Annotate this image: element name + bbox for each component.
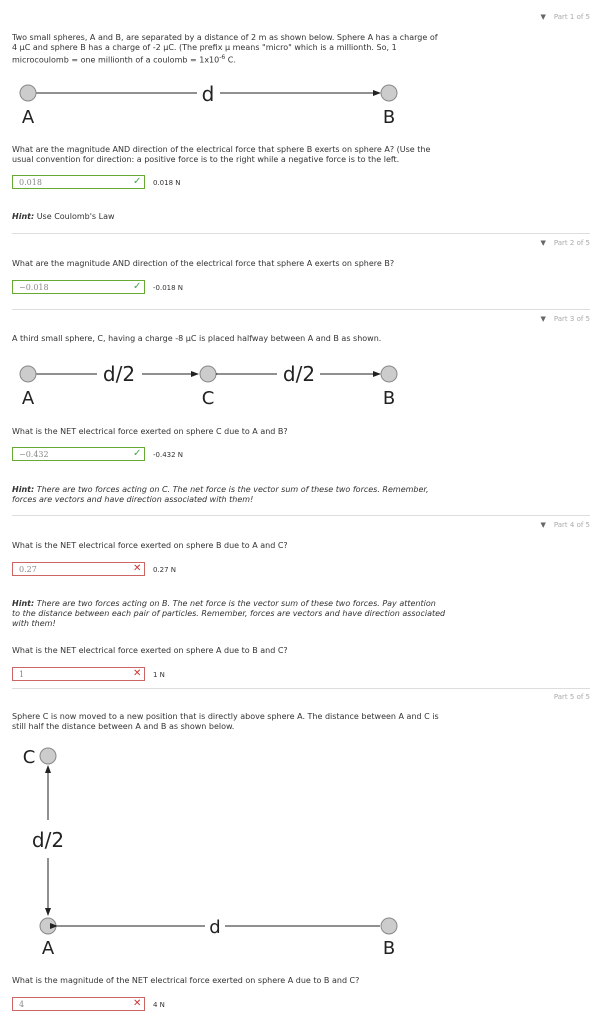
label-c: C — [23, 747, 36, 768]
result-text: 0.27 N — [153, 566, 177, 574]
check-icon: ✓ — [133, 281, 142, 292]
part-3-hint: Hint: There are two forces acting on C. … — [12, 485, 597, 505]
part-label: Part 5 of 5 — [553, 693, 590, 701]
hint-text: There are two forces acting on B. The ne… — [34, 599, 436, 608]
question-line: What are the magnitude AND direction of … — [12, 145, 431, 154]
x-icon: ✕ — [133, 998, 142, 1009]
result-text: -0.432 N — [153, 451, 184, 459]
sphere-a — [39, 917, 57, 935]
intro-line: still half the distance between A and B … — [12, 722, 235, 731]
part-5-intro: Sphere C is now moved to a new position … — [12, 712, 597, 732]
result-text: 4 N — [153, 1001, 165, 1009]
sphere-b — [380, 917, 398, 935]
triangle-down-icon[interactable]: ▼ — [540, 13, 545, 21]
divider — [12, 515, 590, 516]
divider — [12, 233, 590, 234]
intro-end: C. — [225, 55, 236, 65]
part-1-header[interactable]: ▼ Part 1 of 5 — [380, 13, 590, 21]
sphere-c — [199, 365, 217, 383]
part-1-intro: Two small spheres, A and B, are separate… — [12, 33, 592, 66]
part-4-question-2: What is the NET electrical force exerted… — [12, 646, 288, 655]
sphere-c — [39, 747, 57, 765]
part-3-header[interactable]: ▼ Part 3 of 5 — [380, 315, 590, 323]
divider — [12, 309, 590, 310]
hint-text: There are two forces acting on C. The ne… — [34, 485, 429, 494]
answer-input[interactable]: −0.432 — [12, 447, 145, 461]
part-4-header[interactable]: ▼ Part 4 of 5 — [380, 521, 590, 529]
triangle-down-icon[interactable]: ▼ — [540, 315, 545, 323]
sphere-b — [380, 84, 398, 102]
intro-line: Two small spheres, A and B, are separate… — [12, 33, 438, 42]
label-c: C — [202, 388, 215, 409]
sphere-a — [19, 365, 37, 383]
label-a: A — [22, 107, 35, 128]
result-text: -0.018 N — [153, 284, 184, 292]
part-1-hint: Hint: Use Coulomb's Law — [12, 212, 115, 222]
diagram-acb: d/2 d/2 A C B — [19, 362, 398, 409]
part-label: Part 2 of 5 — [553, 239, 590, 247]
part-3-question: What is the NET electrical force exerted… — [12, 427, 288, 436]
label-b: B — [383, 107, 395, 128]
part-label: Part 4 of 5 — [553, 521, 590, 529]
answer-input[interactable]: 0.018 — [12, 175, 145, 189]
sphere-b — [380, 365, 398, 383]
part-label: Part 1 of 5 — [553, 13, 590, 21]
answer-input[interactable]: −0.018 — [12, 280, 145, 294]
part-3-intro: A third small sphere, C, having a charge… — [12, 334, 382, 343]
hint-text: to the distance between each pair of par… — [12, 609, 446, 618]
diagram-ab: d A B — [19, 82, 398, 128]
part-5-header[interactable]: Part 5 of 5 — [380, 693, 590, 701]
x-icon: ✕ — [133, 668, 142, 679]
label-d-half: d/2 — [32, 828, 64, 852]
x-icon: ✕ — [133, 563, 142, 574]
part-4-question-1: What is the NET electrical force exerted… — [12, 541, 288, 550]
hint-label: Hint: — [12, 485, 35, 494]
check-icon: ✓ — [133, 448, 142, 459]
label-d-half: d/2 — [283, 362, 315, 386]
part-1-question: What are the magnitude AND direction of … — [12, 145, 597, 165]
result-text: 0.018 N — [153, 179, 181, 187]
label-d-half: d/2 — [103, 362, 135, 386]
part-4-hint: Hint: There are two forces acting on B. … — [12, 599, 597, 629]
answer-input[interactable]: 4 — [12, 997, 145, 1011]
part-2-header[interactable]: ▼ Part 2 of 5 — [380, 239, 590, 247]
part-2-question: What are the magnitude AND direction of … — [12, 259, 395, 268]
label-a: A — [42, 938, 55, 959]
diagram-ca-b: C d/2 d A B — [23, 747, 398, 959]
intro-line: 4 μC and sphere B has a charge of -2 μC.… — [12, 43, 397, 52]
hint-label: Hint: — [12, 212, 35, 221]
part-label: Part 3 of 5 — [553, 315, 590, 323]
triangle-down-icon[interactable]: ▼ — [540, 239, 545, 247]
result-text: 1 N — [153, 671, 165, 679]
part-5-question: What is the magnitude of the NET electri… — [12, 976, 360, 985]
hint-label: Hint: — [12, 599, 35, 608]
hint-text: forces are vectors and have direction as… — [12, 495, 254, 504]
triangle-down-icon[interactable]: ▼ — [540, 521, 545, 529]
question-line: usual convention for direction: a positi… — [12, 155, 400, 164]
intro-line: Sphere C is now moved to a new position … — [12, 712, 439, 721]
divider — [12, 688, 590, 689]
sphere-a — [19, 84, 37, 102]
answer-input[interactable]: 1 — [12, 667, 145, 681]
label-d: d — [209, 917, 220, 938]
hint-text: Use Coulomb's Law — [34, 212, 115, 221]
answer-input[interactable]: 0.27 — [12, 562, 145, 576]
label-d: d — [202, 82, 215, 106]
label-a: A — [22, 388, 35, 409]
check-icon: ✓ — [133, 176, 142, 187]
label-b: B — [383, 388, 395, 409]
label-b: B — [383, 938, 395, 959]
intro-line: microcoulomb = one millionth of a coulom… — [12, 55, 220, 65]
hint-text: with them! — [12, 619, 56, 628]
